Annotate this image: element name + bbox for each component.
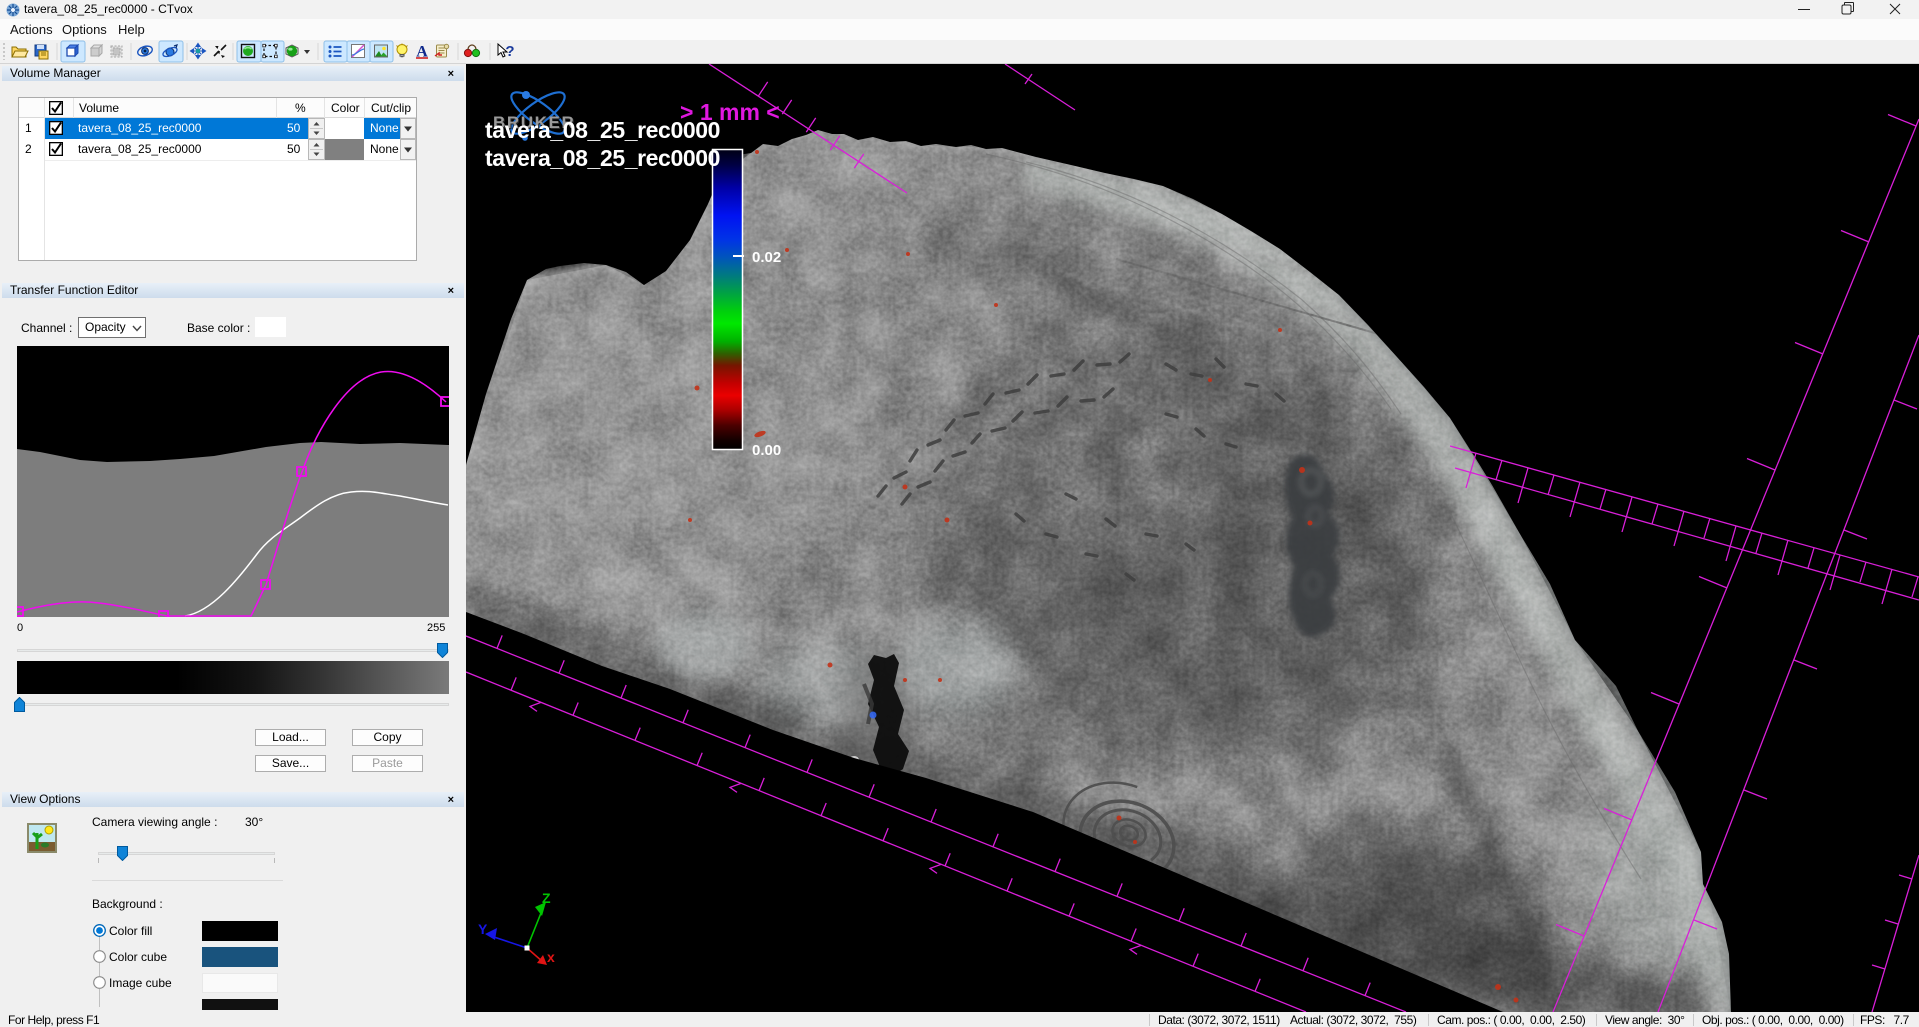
svg-text:x: x: [547, 949, 555, 965]
svg-text:tavera_08_25_rec0000: tavera_08_25_rec0000: [485, 117, 720, 143]
svg-text:tavera_08_25_rec0000: tavera_08_25_rec0000: [485, 145, 720, 171]
svg-text:0.02: 0.02: [752, 249, 781, 266]
svg-text:?: ?: [505, 43, 514, 60]
svg-text:Z: Z: [542, 890, 551, 906]
svg-text:Y: Y: [478, 921, 488, 937]
svg-text:0.00: 0.00: [752, 442, 781, 459]
